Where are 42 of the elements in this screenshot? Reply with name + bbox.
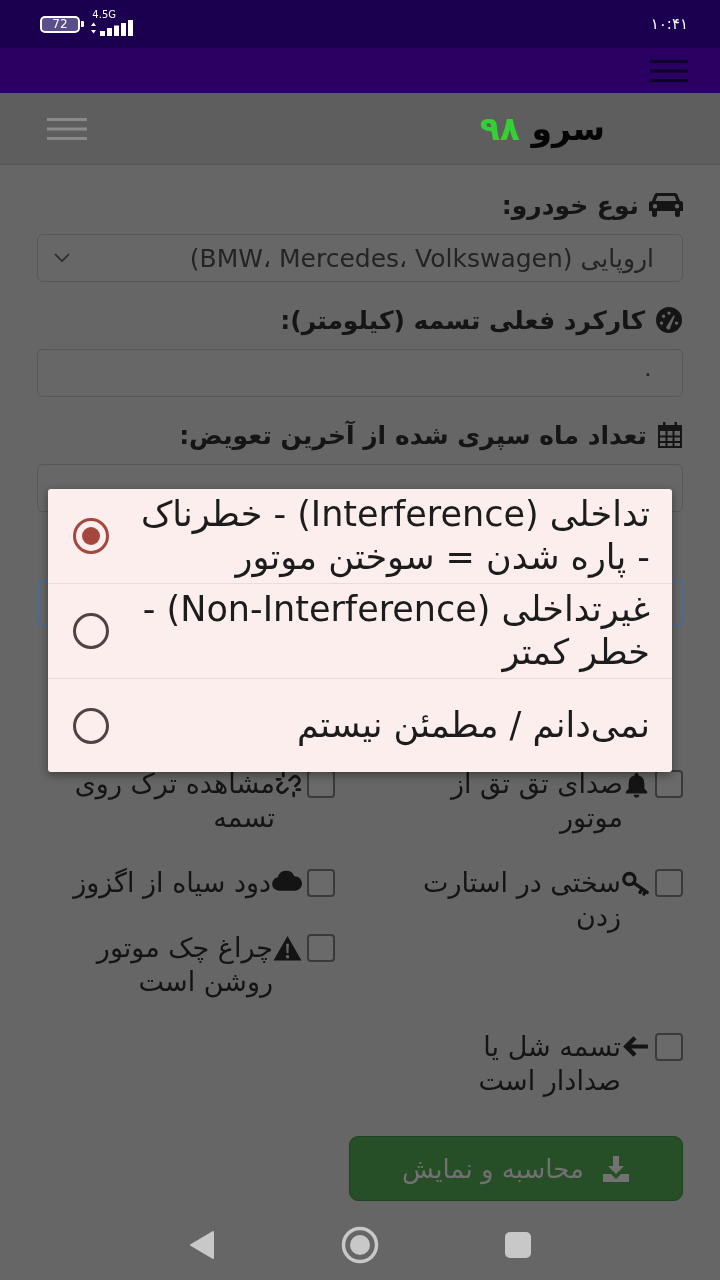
- site-logo[interactable]: سرو ۹۸: [479, 107, 605, 150]
- broken-link-icon: [275, 771, 302, 798]
- checkbox-label: دود سیاه از اگزوز: [73, 866, 271, 900]
- radio-button[interactable]: [73, 613, 109, 649]
- back-icon[interactable]: [189, 1230, 215, 1260]
- menu-icon[interactable]: [47, 117, 87, 140]
- calendar-icon: [657, 421, 683, 449]
- car-icon: [649, 192, 683, 218]
- checkbox[interactable]: [655, 770, 683, 798]
- download-icon: [601, 1154, 630, 1183]
- home-icon[interactable]: [341, 1226, 379, 1264]
- chevron-icon: [54, 253, 70, 263]
- dropdown-option[interactable]: غیرتداخلی (Non-Interference) - خطر کمتر: [48, 583, 672, 678]
- radio-button[interactable]: [73, 707, 109, 744]
- checkbox[interactable]: [655, 1033, 683, 1061]
- dropdown-option[interactable]: تداخلی (Interference) - خطرناک - پاره شدن = سوختن موتور: [48, 489, 672, 583]
- arrow-left-icon: [621, 1034, 650, 1059]
- network-type-text: 4.5G: [92, 8, 116, 20]
- checkbox[interactable]: [307, 869, 335, 897]
- checkbox-label: سختی در استارت زدن: [422, 866, 621, 934]
- recents-icon[interactable]: [505, 1232, 531, 1258]
- checkbox-label: چراغ چک موتور روشن است: [94, 931, 273, 999]
- gauge-icon: [655, 306, 683, 334]
- field-label: تعداد ماه سپری شده از آخرین تعویض:: [179, 420, 647, 450]
- key-icon: [621, 870, 650, 897]
- battery-indicator: 72: [40, 15, 84, 33]
- checkbox[interactable]: [307, 934, 335, 962]
- radio-button[interactable]: [73, 518, 109, 554]
- submit-button[interactable]: محاسبه و نمایش: [349, 1136, 683, 1201]
- warning-icon: [273, 935, 302, 961]
- clock-text: ۱۰:۴۱: [650, 15, 688, 33]
- bell-icon: [623, 771, 650, 798]
- checkbox-label: تسمه شل یا صدادار است: [477, 1030, 621, 1098]
- dropdown-option[interactable]: نمی‌دانم / مطمئن نیستم: [48, 678, 672, 772]
- cloud-icon: [271, 870, 302, 892]
- select-field[interactable]: اروپایی (BMW، Mercedes، Volkswagen): [37, 234, 683, 282]
- field-label: کارکرد فعلی تسمه (کیلومتر):: [280, 305, 645, 335]
- checkbox[interactable]: [307, 770, 335, 798]
- signal-icon: [90, 19, 134, 36]
- field-label: نوع خودرو:: [501, 190, 639, 220]
- input-field[interactable]: ۰: [37, 349, 683, 397]
- checkbox[interactable]: [655, 869, 683, 897]
